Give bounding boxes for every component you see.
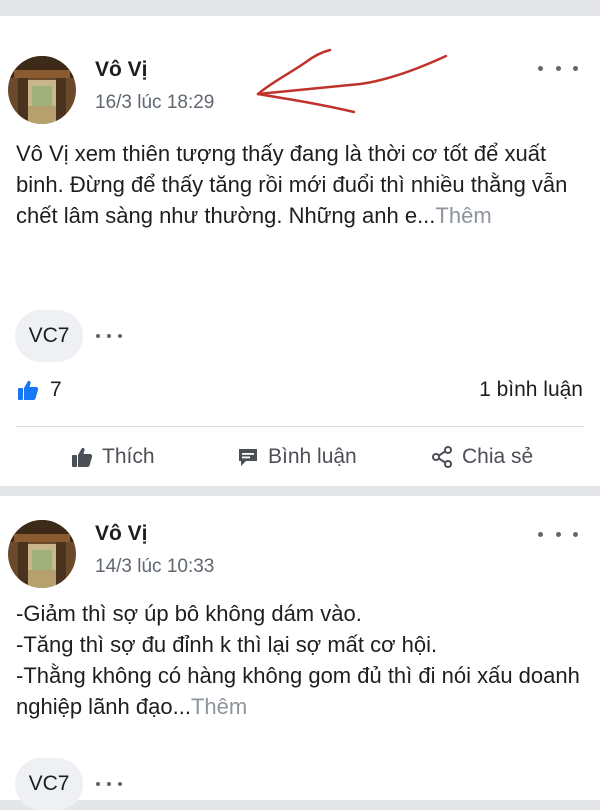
post-actions-bar: Thích Bình luận Chia sẻ — [0, 436, 600, 478]
post-timestamp[interactable]: 16/3 lúc 18:29 — [95, 92, 214, 114]
more-options-button[interactable] — [538, 58, 578, 78]
post-text: -Giảm thì sợ úp bô không dám vào. -Tăng … — [16, 598, 591, 722]
group-tag-chip[interactable]: VC7 — [15, 758, 83, 810]
share-button[interactable]: Chia sẻ — [430, 436, 533, 478]
more-options-button[interactable] — [538, 524, 578, 544]
see-more-link[interactable]: Thêm — [191, 694, 247, 719]
more-horizontal-icon — [96, 334, 100, 338]
more-horizontal-icon — [555, 65, 561, 71]
post-author[interactable]: Vô Vị — [95, 58, 148, 82]
more-horizontal-icon — [96, 782, 100, 786]
like-count: 7 — [50, 378, 62, 401]
comment-label: Bình luận — [268, 445, 357, 468]
see-more-link[interactable]: Thêm — [435, 203, 491, 228]
more-horizontal-icon — [555, 531, 561, 537]
more-horizontal-icon — [118, 782, 122, 786]
feed-separator — [0, 0, 600, 16]
red-arrow-annotation — [256, 48, 448, 114]
group-tag-chip[interactable]: VC7 — [15, 310, 83, 362]
avatar[interactable] — [8, 56, 76, 124]
more-horizontal-icon — [573, 65, 578, 71]
comment-button[interactable]: Bình luận — [236, 436, 357, 478]
more-horizontal-icon — [538, 65, 543, 71]
chip-more-button[interactable] — [96, 779, 122, 789]
divider — [16, 426, 584, 427]
thumbs-up-icon — [18, 380, 39, 400]
comment-count[interactable]: 1 bình luận — [479, 374, 583, 406]
avatar[interactable] — [8, 520, 76, 588]
more-horizontal-icon — [107, 334, 111, 338]
post-timestamp[interactable]: 14/3 lúc 10:33 — [95, 556, 214, 578]
post-text: Vô Vị xem thiên tượng thấy đang là thời … — [16, 138, 591, 231]
more-horizontal-icon — [573, 531, 578, 537]
feed-post: Vô Vị 14/3 lúc 10:33 -Giảm thì sợ úp bô … — [0, 496, 600, 810]
more-horizontal-icon — [538, 531, 543, 537]
comment-icon — [239, 449, 257, 466]
like-label: Thích — [102, 445, 155, 468]
share-label: Chia sẻ — [462, 445, 534, 468]
reaction-summary[interactable]: 7 — [16, 374, 62, 406]
chip-more-button[interactable] — [96, 331, 122, 341]
post-author[interactable]: Vô Vị — [95, 522, 148, 546]
thumbs-up-outline-icon — [72, 447, 93, 467]
post-line-text: -Thằng không có hàng không gom đủ thì đi… — [16, 663, 580, 719]
share-icon — [432, 446, 452, 468]
post-line: -Giảm thì sợ úp bô không dám vào. — [16, 601, 362, 626]
post-line: -Thằng không có hàng không gom đủ thì đi… — [16, 660, 591, 722]
feed-post: Vô Vị 16/3 lúc 18:29 Vô Vị xem thiên tượ… — [0, 16, 600, 486]
like-button[interactable]: Thích — [70, 436, 155, 478]
more-horizontal-icon — [107, 782, 111, 786]
post-line: -Tăng thì sợ đu đỉnh k thì lại sợ mất cơ… — [16, 632, 438, 657]
more-horizontal-icon — [118, 334, 122, 338]
